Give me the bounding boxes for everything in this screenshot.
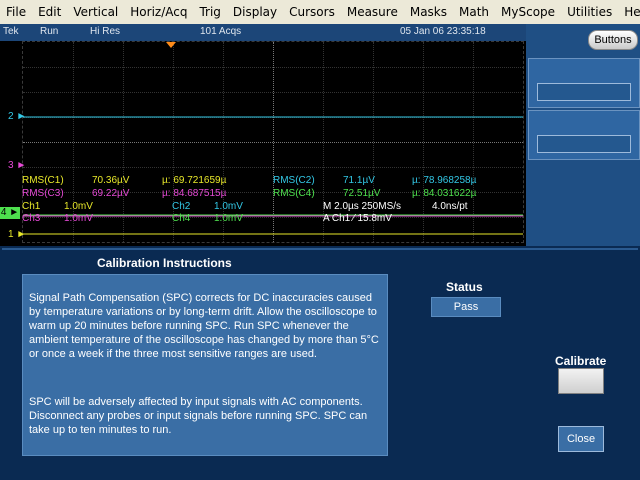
- rms-c3-mean: µ: 84.687515µ: [162, 188, 227, 199]
- rms-c1-mean: µ: 69.721659µ: [162, 175, 227, 186]
- side-menu-block-2[interactable]: [528, 110, 640, 160]
- instructions-paragraph-1: Signal Path Compensation (SPC) corrects …: [29, 292, 379, 360]
- calibrate-button[interactable]: [558, 368, 604, 394]
- timebase-readout[interactable]: M 2.0µs 250MS/s: [323, 201, 401, 212]
- rms-c1-label: RMS(C1): [22, 175, 64, 186]
- menu-measure[interactable]: Measure: [341, 0, 404, 24]
- ch4-marker[interactable]: 4 ►: [0, 207, 20, 219]
- calibrate-label: Calibrate: [555, 354, 607, 368]
- side-menu-block-1[interactable]: [528, 58, 640, 108]
- ch3-scale[interactable]: 1.0mV: [64, 213, 93, 224]
- side-panel: Buttons: [526, 24, 640, 246]
- ch4-scale-label[interactable]: Ch4: [172, 213, 190, 224]
- rms-c2-value: 71.1µV: [343, 175, 375, 186]
- rms-c3-value: 69.22µV: [92, 188, 130, 199]
- menu-file[interactable]: File: [0, 0, 32, 24]
- ch4-scale[interactable]: 1.0mV: [214, 213, 243, 224]
- menu-edit[interactable]: Edit: [32, 0, 67, 24]
- menu-display[interactable]: Display: [227, 0, 283, 24]
- menu-trig[interactable]: Trig: [193, 0, 226, 24]
- waveform-display[interactable]: 2 ► 3 ► 4 ► 1 ► RMS(C1) 70.36µV µ: 69.72…: [0, 41, 526, 246]
- status-bar: Tek Run Hi Res 101 Acqs 05 Jan 06 23:35:…: [0, 24, 526, 41]
- ch2-scale-label[interactable]: Ch2: [172, 201, 190, 212]
- menu-math[interactable]: Math: [453, 0, 495, 24]
- graticule: [22, 41, 524, 243]
- trigger-readout[interactable]: A Ch1 ⁄ 15.8mV: [323, 213, 392, 224]
- rms-c2-label: RMS(C2): [273, 175, 315, 186]
- ch1-marker[interactable]: 1 ►: [8, 229, 26, 240]
- rms-c4-label: RMS(C4): [273, 188, 315, 199]
- menu-horiz-acq[interactable]: Horiz/Acq: [124, 0, 193, 24]
- acquisition-count: 101 Acqs: [200, 26, 242, 37]
- acquisition-mode: Hi Res: [90, 26, 121, 37]
- resolution-readout: 4.0ns/pt: [432, 201, 468, 212]
- menu-myscope[interactable]: MyScope: [495, 0, 561, 24]
- ch2-marker[interactable]: 2 ►: [8, 111, 26, 122]
- close-button[interactable]: Close: [558, 426, 604, 452]
- calibration-panel: Calibration Instructions Signal Path Com…: [2, 248, 638, 480]
- rms-c3-label: RMS(C3): [22, 188, 64, 199]
- menu-vertical[interactable]: Vertical: [67, 0, 124, 24]
- rms-c2-mean: µ: 78.968258µ: [412, 175, 477, 186]
- status-label: Status: [446, 280, 483, 294]
- side-field-2[interactable]: [537, 135, 631, 153]
- run-state: Run: [40, 26, 59, 37]
- rms-c4-value: 72.51µV: [343, 188, 381, 199]
- menu-bar: File Edit Vertical Horiz/Acq Trig Displa…: [0, 0, 640, 25]
- status-value: Pass: [431, 297, 501, 317]
- date-time: 05 Jan 06 23:35:18: [400, 26, 486, 37]
- instructions-title: Calibration Instructions: [97, 256, 232, 270]
- menu-masks[interactable]: Masks: [404, 0, 453, 24]
- menu-cursors[interactable]: Cursors: [283, 0, 341, 24]
- menu-help[interactable]: Help: [618, 0, 640, 24]
- ch1-scale[interactable]: 1.0mV: [64, 201, 93, 212]
- trace-lines: [23, 116, 523, 235]
- brand-label: Tek: [3, 26, 19, 37]
- buttons-button[interactable]: Buttons: [588, 30, 638, 50]
- ch1-scale-label[interactable]: Ch1: [22, 201, 40, 212]
- instructions-box: Signal Path Compensation (SPC) corrects …: [22, 274, 388, 456]
- rms-c1-value: 70.36µV: [92, 175, 130, 186]
- ch3-scale-label[interactable]: Ch3: [22, 213, 40, 224]
- menu-utilities[interactable]: Utilities: [561, 0, 618, 24]
- ch2-scale[interactable]: 1.0mV: [214, 201, 243, 212]
- rms-c4-mean: µ: 84.031622µ: [412, 188, 477, 199]
- ch3-marker[interactable]: 3 ►: [8, 160, 26, 171]
- instructions-paragraph-2: SPC will be adversely affected by input …: [29, 396, 368, 436]
- side-field-1[interactable]: [537, 83, 631, 101]
